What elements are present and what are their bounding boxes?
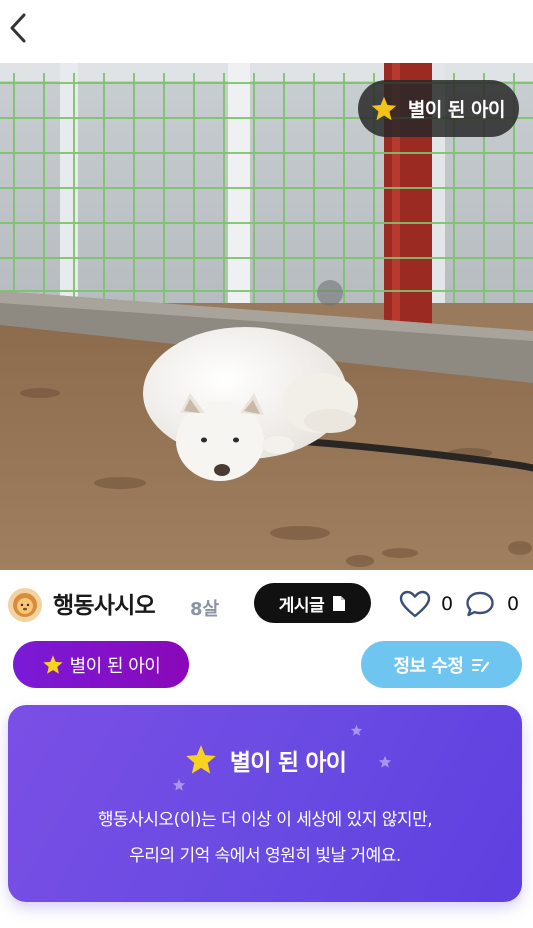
pet-photo: 별이 된 아이 — [0, 63, 533, 570]
memorial-card: 별이 된 아이 행동사시오(이)는 더 이상 이 세상에 있지 않지만, 우리의… — [8, 705, 522, 902]
pet-photo-image — [0, 63, 533, 570]
star-icon — [186, 745, 216, 774]
like-count: 0 — [441, 593, 454, 615]
status-button-label: 별이 된 아이 — [69, 655, 161, 677]
star-icon — [43, 654, 63, 674]
sparkle-icon — [172, 778, 186, 791]
posts-button-label: 게시글 — [278, 595, 325, 616]
comment-icon[interactable] — [465, 590, 495, 618]
back-button[interactable] — [4, 10, 32, 46]
chevron-left-icon — [10, 13, 26, 43]
pet-age: 8살 — [190, 599, 220, 620]
star-icon — [371, 96, 397, 120]
lion-avatar-icon[interactable] — [8, 588, 42, 622]
edit-info-button-label: 정보 수정 — [393, 655, 464, 677]
pet-name: 행동사시오 — [53, 593, 156, 619]
pet-info-row: 행동사시오 8살 게시글 0 0 — [0, 580, 533, 628]
memorial-message-line-1: 행동사시오(이)는 더 이상 이 세상에 있지 않지만, — [97, 810, 433, 830]
memorial-badge: 별이 된 아이 — [357, 80, 519, 137]
top-bar — [0, 0, 533, 63]
comment-count: 0 — [507, 593, 520, 615]
heart-icon[interactable] — [399, 590, 431, 618]
status-button[interactable]: 별이 된 아이 — [13, 641, 189, 688]
memorial-message-line-2: 우리의 기억 속에서 영원히 빛날 거예요. — [129, 846, 401, 866]
memorial-card-title-text: 별이 된 아이 — [229, 750, 347, 776]
sparkle-icon — [350, 724, 363, 736]
posts-button[interactable]: 게시글 — [254, 583, 371, 623]
edit-info-button[interactable]: 정보 수정 — [361, 641, 522, 688]
document-icon — [333, 595, 346, 611]
memorial-card-title: 별이 된 아이 — [8, 743, 522, 777]
edit-list-icon — [471, 658, 489, 672]
memorial-badge-label: 별이 된 아이 — [407, 99, 506, 121]
